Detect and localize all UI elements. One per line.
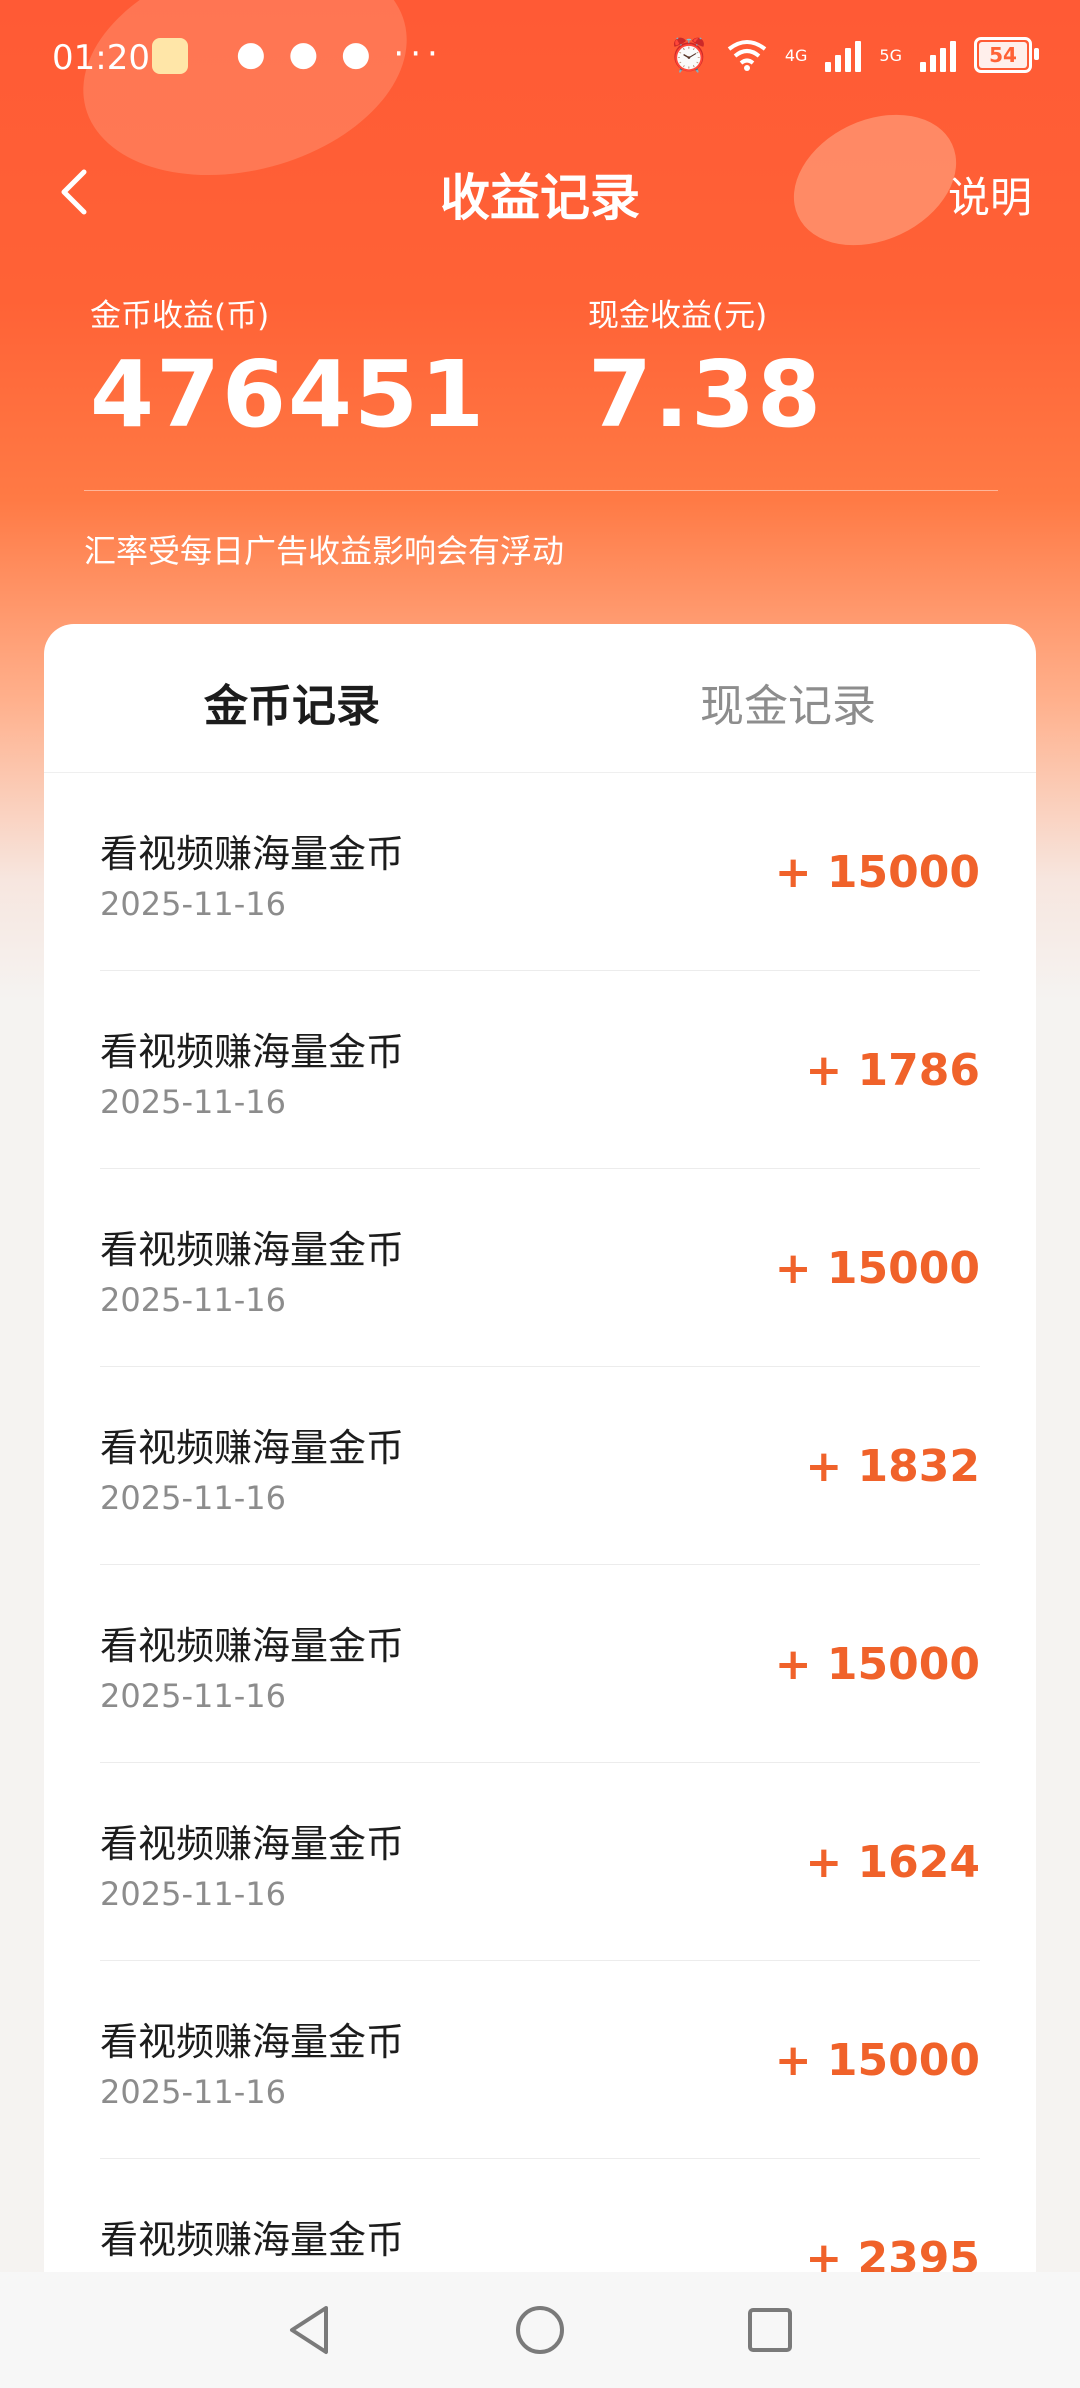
record-amount: + 15000 (774, 2035, 980, 2086)
record-title: 看视频赚海量金币 (100, 1822, 405, 1866)
nav-home-icon[interactable] (512, 2302, 568, 2358)
network-5g-label: 5G (879, 45, 902, 65)
top-navigation: 收益记录 说明 (0, 140, 1080, 240)
status-right-group: ⏰ 4G 5G 54 (669, 36, 1039, 74)
app-notification-icon (152, 38, 188, 74)
cash-earnings-label: 现金收益(元) (588, 298, 768, 334)
record-date: 2025-11-16 (100, 1677, 286, 1715)
notification-icons: ● ● ● ··· (236, 34, 444, 74)
coin-earnings: 金币收益(币) 476451 (90, 290, 486, 448)
records-list: 看视频赚海量金币 2025-11-16 + 15000 看视频赚海量金币 202… (100, 773, 980, 2304)
record-amount: + 1832 (805, 1441, 980, 1492)
nav-back-icon[interactable] (282, 2302, 338, 2358)
record-amount: + 15000 (774, 1243, 980, 1294)
record-title: 看视频赚海量金币 (100, 1426, 405, 1470)
page-title: 收益记录 (440, 169, 640, 227)
record-title: 看视频赚海量金币 (100, 2020, 405, 2064)
wifi-icon (727, 40, 767, 71)
list-item[interactable]: 看视频赚海量金币 2025-11-16 + 1624 (100, 1763, 980, 1961)
record-amount: + 1624 (805, 1837, 980, 1888)
record-title: 看视频赚海量金币 (100, 1624, 405, 1668)
coin-earnings-value: 476451 (90, 341, 487, 448)
record-date: 2025-11-16 (100, 1083, 286, 1121)
record-date: 2025-11-16 (100, 1479, 286, 1517)
divider (84, 490, 998, 491)
record-date: 2025-11-16 (100, 1281, 286, 1319)
record-date: 2025-11-16 (100, 1875, 286, 1913)
list-item[interactable]: 看视频赚海量金币 2025-11-16 + 1832 (100, 1367, 980, 1565)
system-navigation-bar (0, 2272, 1080, 2388)
status-bar: 01:20 ● ● ● ··· ⏰ 4G 5G 54 (0, 0, 1080, 120)
help-button[interactable]: 说明 (948, 164, 1032, 225)
list-item[interactable]: 看视频赚海量金币 2025-11-16 + 15000 (100, 1961, 980, 2159)
alarm-icon: ⏰ (669, 36, 709, 74)
tab-cash-records[interactable]: 现金记录 (540, 670, 1036, 734)
status-time: 01:20 (52, 38, 150, 78)
battery-icon: 54 (974, 37, 1039, 73)
record-title: 看视频赚海量金币 (100, 1228, 405, 1272)
list-item[interactable]: 看视频赚海量金币 2025-11-16 + 15000 (100, 773, 980, 971)
record-amount: + 15000 (774, 847, 980, 898)
record-date: 2025-11-16 (100, 885, 286, 923)
signal-icon (825, 38, 862, 72)
record-date: 2025-11-16 (100, 2073, 286, 2111)
record-title: 看视频赚海量金币 (100, 2218, 405, 2262)
list-item[interactable]: 看视频赚海量金币 2025-11-16 + 15000 (100, 1169, 980, 1367)
nav-recents-icon[interactable] (742, 2302, 798, 2358)
list-item[interactable]: 看视频赚海量金币 2025-11-16 + 15000 (100, 1565, 980, 1763)
record-amount: + 1786 (805, 1045, 980, 1096)
exchange-rate-note: 汇率受每日广告收益影响会有浮动 (84, 532, 565, 570)
records-card: 金币记录 现金记录 看视频赚海量金币 2025-11-16 + 15000 看视… (44, 624, 1036, 2304)
coin-earnings-label: 金币收益(币) (90, 298, 270, 334)
record-tabs: 金币记录 现金记录 (44, 624, 1036, 773)
battery-level: 54 (989, 43, 1017, 67)
record-amount: + 15000 (774, 1639, 980, 1690)
tab-coin-records[interactable]: 金币记录 (44, 670, 540, 734)
list-item[interactable]: 看视频赚海量金币 2025-11-16 + 1786 (100, 971, 980, 1169)
record-title: 看视频赚海量金币 (100, 1030, 405, 1074)
cash-earnings-value: 7.38 (588, 341, 823, 448)
network-4g-label: 4G (784, 45, 808, 65)
record-title: 看视频赚海量金币 (100, 832, 405, 876)
signal-icon (920, 38, 956, 72)
cash-earnings: 现金收益(元) 7.38 (588, 290, 823, 448)
